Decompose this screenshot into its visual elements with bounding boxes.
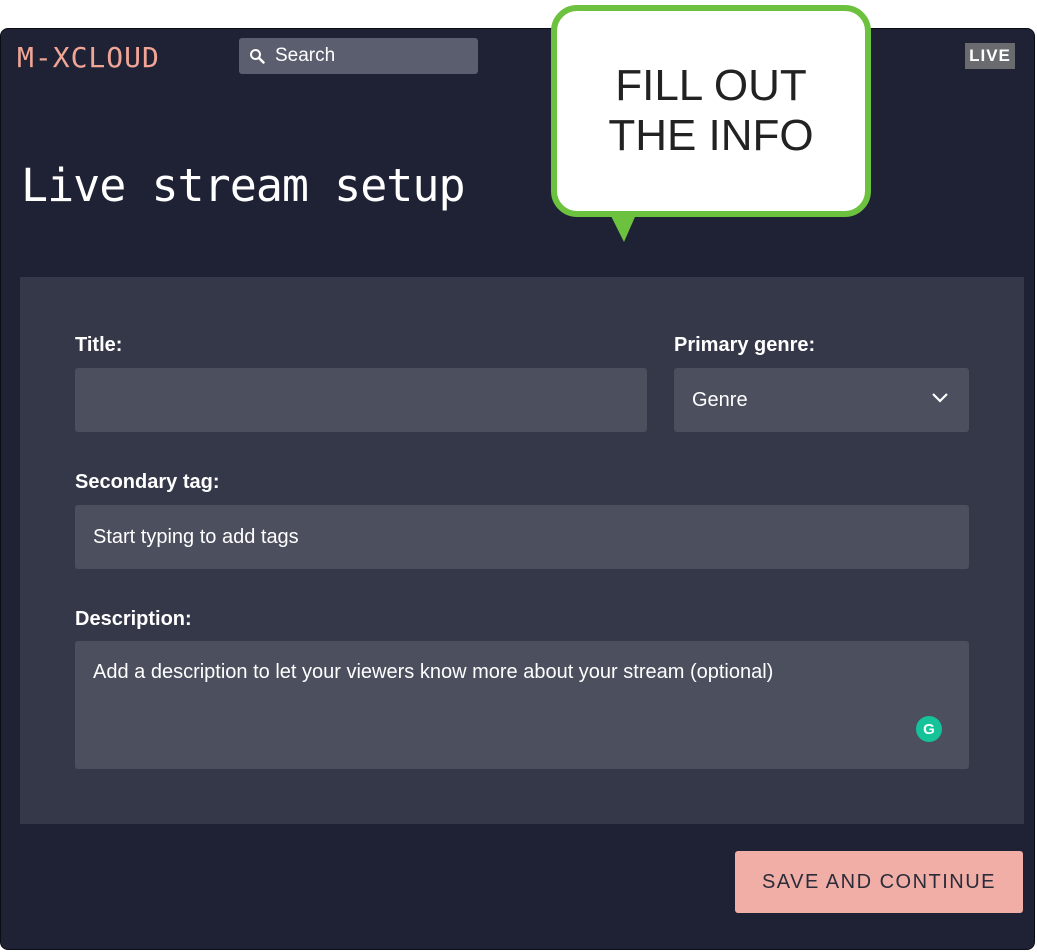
app-window: M-XCLOUD Search LIVE Live stream setup T… (0, 28, 1035, 950)
description-label: Description: (75, 608, 192, 630)
grammarly-icon[interactable]: G (916, 716, 942, 742)
callout-bubble: FILL OUT THE INFO (551, 5, 871, 217)
description-placeholder: Add a description to let your viewers kn… (93, 661, 774, 683)
form-panel: Title: Primary genre: Genre Secondary ta… (20, 277, 1024, 824)
save-and-continue-button[interactable]: SAVE AND CONTINUE (735, 851, 1023, 913)
live-badge[interactable]: LIVE (965, 43, 1015, 69)
search-input[interactable]: Search (239, 38, 478, 74)
title-label: Title: (75, 334, 123, 356)
callout-line-1: FILL OUT (615, 61, 807, 110)
genre-value: Genre (692, 388, 748, 411)
genre-label: Primary genre: (674, 334, 816, 356)
mixcloud-logo[interactable]: M-XCLOUD (17, 41, 160, 74)
callout-line-2: THE INFO (608, 111, 814, 160)
secondary-tag-placeholder: Start typing to add tags (93, 525, 299, 548)
search-icon (250, 49, 265, 64)
search-placeholder: Search (275, 45, 336, 66)
description-textarea[interactable]: Add a description to let your viewers kn… (75, 641, 969, 769)
title-input[interactable] (75, 368, 647, 432)
chevron-down-icon (932, 393, 948, 403)
secondary-tag-label: Secondary tag: (75, 471, 220, 493)
secondary-tag-input[interactable]: Start typing to add tags (75, 505, 969, 569)
genre-select[interactable]: Genre (674, 368, 969, 432)
page-title: Live stream setup (21, 159, 466, 212)
